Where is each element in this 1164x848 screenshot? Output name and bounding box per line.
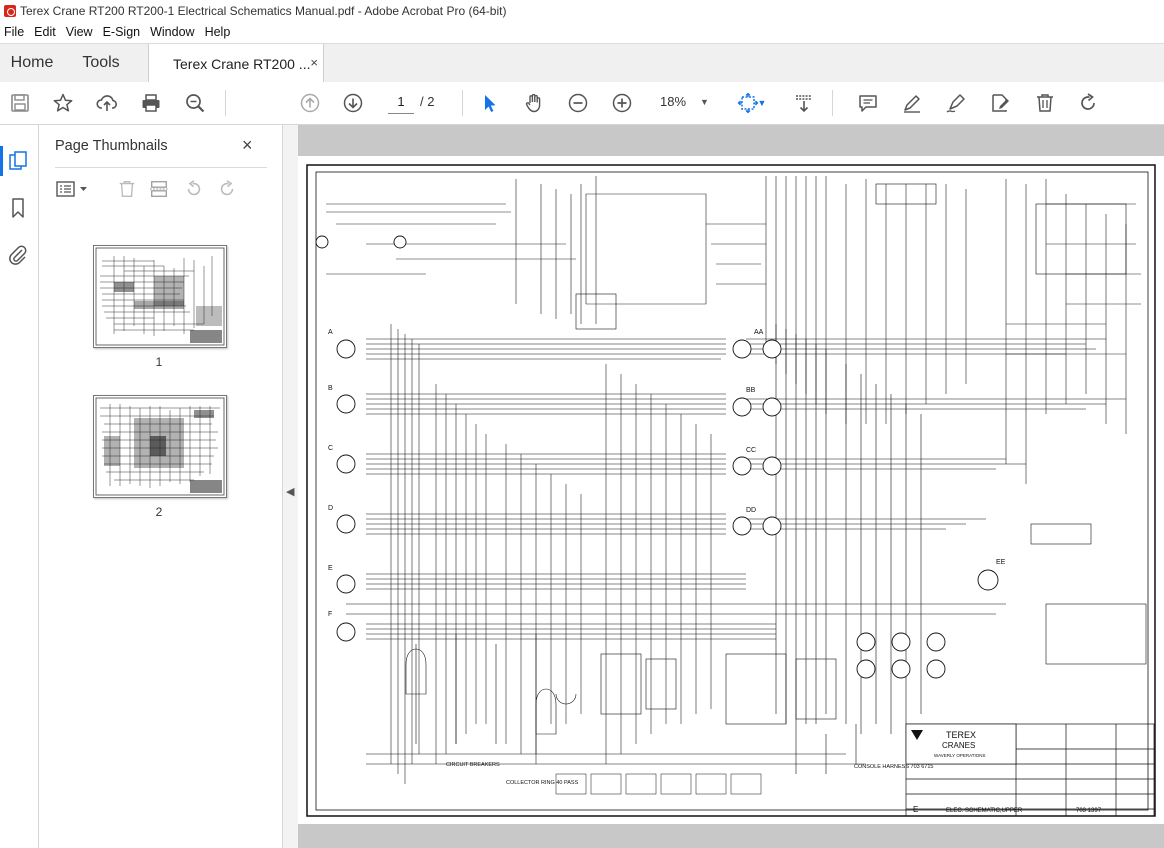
connector-label-bb: BB [746, 387, 756, 394]
scroll-mode-icon[interactable] [791, 90, 817, 116]
bookmark-star-icon[interactable] [50, 90, 76, 116]
connector-label-b: B [328, 385, 333, 392]
collector-ring-label: COLLECTOR RING 40 PASS [506, 780, 579, 786]
tab-home[interactable]: Home [0, 44, 64, 82]
connector-label-a: A [328, 329, 333, 336]
connector-label-e: E [328, 565, 333, 572]
edit-pdf-icon[interactable] [987, 90, 1013, 116]
collapse-panel-icon[interactable]: ◀ [286, 485, 294, 498]
print-icon[interactable] [138, 90, 164, 116]
menu-file[interactable]: File [0, 25, 30, 39]
electrical-schematic-drawing: A B C D E F AA BB CC DD EE CIRCUIT BREAK… [306, 164, 1156, 817]
rotate-icon[interactable] [1075, 90, 1101, 116]
toolbar-separator [832, 90, 833, 116]
page-total-label: / 2 [420, 94, 435, 109]
search-zoom-icon[interactable] [182, 90, 208, 116]
connector-label-dd: DD [746, 507, 756, 514]
tab-bar: Home Tools Terex Crane RT200 ... × [0, 43, 1164, 83]
document-viewer[interactable]: A B C D E F AA BB CC DD EE CIRCUIT BREAK… [298, 125, 1164, 848]
main-toolbar: 18% ▼ ▼ [0, 82, 1164, 125]
title-block-division: WAVERLY OPERATIONS [934, 753, 986, 758]
menu-esign[interactable]: E-Sign [99, 25, 147, 39]
tab-close-icon[interactable]: × [310, 55, 318, 70]
attachments-icon[interactable] [7, 243, 29, 265]
panel-divider [55, 167, 267, 168]
select-pointer-icon[interactable] [477, 90, 503, 116]
pdf-page: A B C D E F AA BB CC DD EE CIRCUIT BREAK… [298, 156, 1164, 824]
delete-icon[interactable] [1032, 90, 1058, 116]
sign-icon[interactable] [943, 90, 969, 116]
connector-label-c: C [328, 445, 333, 452]
tab-tools[interactable]: Tools [70, 44, 132, 82]
thumbnail-label-2: 2 [155, 505, 163, 519]
thumbnail-schematic-image [95, 247, 225, 346]
upload-cloud-icon[interactable] [94, 90, 120, 116]
connector-label-aa: AA [754, 329, 764, 336]
menu-help[interactable]: Help [201, 25, 237, 39]
panel-title: Page Thumbnails [55, 138, 168, 154]
rotate-right-icon[interactable] [215, 178, 239, 200]
close-icon[interactable]: × [242, 135, 253, 156]
page-thumbnail-2[interactable] [93, 395, 227, 498]
page-thumbnails-panel: Page Thumbnails × 1 2 [39, 125, 282, 848]
menu-bar: File Edit View E-Sign Window Help [0, 22, 1164, 42]
circuit-breakers-label: CIRCUIT BREAKERS [446, 762, 500, 768]
window-titlebar: Terex Crane RT200 RT200-1 Electrical Sch… [0, 0, 1164, 22]
menu-window[interactable]: Window [146, 25, 200, 39]
acrobat-app-icon [4, 5, 16, 17]
left-rail [0, 125, 39, 848]
connector-label-f: F [328, 611, 332, 618]
page-up-icon[interactable] [297, 90, 323, 116]
zoom-out-icon[interactable] [565, 90, 591, 116]
save-icon[interactable] [7, 90, 33, 116]
thumbnail-options-menu[interactable] [55, 178, 91, 200]
panel-splitter[interactable]: ◀ [282, 125, 299, 848]
page-thumbnails-icon[interactable] [0, 146, 29, 176]
menu-edit[interactable]: Edit [30, 25, 62, 39]
menu-view[interactable]: View [62, 25, 99, 39]
comment-icon[interactable] [855, 90, 881, 116]
chevron-down-icon[interactable]: ▼ [756, 90, 768, 116]
toolbar-separator [462, 90, 463, 116]
connector-label-cc: CC [746, 447, 756, 454]
zoom-level-dropdown[interactable]: 18% ▼ [654, 91, 714, 113]
thumbnail-schematic-image [95, 397, 225, 496]
chevron-down-icon: ▼ [700, 97, 709, 107]
tab-document[interactable]: Terex Crane RT200 ... × [148, 44, 324, 83]
delete-page-icon[interactable] [115, 178, 139, 200]
zoom-in-icon[interactable] [609, 90, 635, 116]
window-title: Terex Crane RT200 RT200-1 Electrical Sch… [20, 4, 507, 18]
title-block-drawing-title: ELEC. SCHEMATIC,UPPER [946, 808, 1023, 814]
rotate-left-icon[interactable] [182, 178, 206, 200]
page-down-icon[interactable] [340, 90, 366, 116]
thumbnail-label-1: 1 [155, 355, 163, 369]
highlight-pen-icon[interactable] [899, 90, 925, 116]
title-block-company-sub: CRANES [942, 741, 975, 750]
tab-document-label: Terex Crane RT200 ... [173, 55, 311, 72]
connector-label-d: D [328, 505, 333, 512]
title-block-company: TEREX [946, 730, 976, 740]
hand-tool-icon[interactable] [521, 90, 547, 116]
title-block-sheet-size: E [913, 805, 918, 814]
extract-page-icon[interactable] [147, 178, 171, 200]
page-number-input[interactable]: 1 [388, 91, 414, 114]
connector-label-ee: EE [996, 559, 1006, 566]
zoom-level-value: 18% [660, 94, 687, 109]
page-thumbnail-1[interactable] [93, 245, 227, 348]
console-harness-label: CONSOLE HARNESS 703 6715 [854, 764, 933, 770]
title-block-drawing-number: 703 1397 [1076, 808, 1102, 814]
bookmarks-icon[interactable] [7, 197, 29, 219]
toolbar-separator [225, 90, 226, 116]
